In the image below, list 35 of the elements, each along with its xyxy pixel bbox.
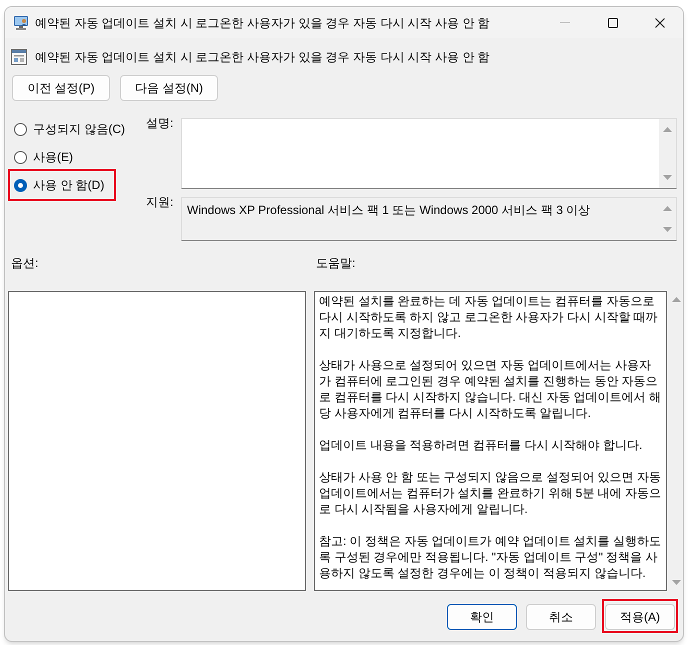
policy-title: 예약된 자동 업데이트 설치 시 로그온한 사용자가 있을 경우 자동 다시 시작 사용 안 함	[35, 49, 490, 66]
help-paragraph: 예약된 설치를 완료하는 데 자동 업데이트는 컴퓨터를 자동으로 다시 시작하도록 하지 않고 로그온한 사용자가 다시 시작할 때까지 대기하도록 지정합니다.	[319, 293, 659, 341]
radio-option[interactable]: 사용(E)	[14, 148, 73, 166]
radio-icon[interactable]	[14, 178, 27, 192]
help-paragraph: 업데이트 내용을 적용하려면 컴퓨터를 다시 시작해야 합니다.	[319, 437, 644, 453]
scroll-down-icon[interactable]	[663, 227, 672, 232]
field-label: 설명:	[146, 115, 174, 132]
help-paragraph: 참고: 이 정책은 자동 업데이트가 예약 업데이트 설치를 실행하도록 구성된 경우에만 적용됩니다. "자동 업데이트 구성" 정책을 사용하지 않도록 설정한 경우에는 이 정책이 적용되지 않습니다.	[319, 533, 662, 581]
close-icon[interactable]	[655, 18, 665, 28]
radio-option[interactable]: 구성되지 않음(C)	[14, 120, 125, 138]
scroll-up-icon[interactable]	[663, 127, 672, 132]
radio-icon[interactable]	[14, 150, 27, 164]
maximize-icon[interactable]	[608, 18, 618, 28]
comment-field[interactable]	[181, 118, 677, 189]
scrollbar[interactable]	[659, 119, 676, 188]
help-paragraph: 상태가 사용으로 설정되어 있으면 자동 업데이트에서는 사용자가 컴퓨터에 로그인된 경우 예약된 설치를 진행하는 동안 자동으로 컴퓨터를 다시 시작하지 않습니다. 대신 자동 업데이트에서 해당 사용자에게 컴퓨터를 다시 시작하도록 알립니다.	[319, 357, 662, 421]
help-label: 도움말:	[316, 255, 356, 272]
scroll-up-icon[interactable]	[663, 206, 672, 211]
radio-option[interactable]: 사용 안 함(D)	[14, 176, 104, 194]
nav-button[interactable]: 이전 설정(P)	[12, 75, 110, 101]
options-label: 옵션:	[11, 255, 40, 272]
window-title: 예약된 자동 업데이트 설치 시 로그온한 사용자가 있을 경우 자동 다시 시작 사용 안 함	[35, 14, 490, 32]
dialog-button[interactable]: 적용(A)	[605, 604, 675, 630]
supported-on-text: Windows XP Professional 서비스 팩 1 또는 Windows 2000 서비스 팩 3 이상	[187, 203, 590, 217]
scroll-up-icon[interactable]	[672, 297, 680, 302]
scroll-down-icon[interactable]	[663, 175, 672, 180]
computer-user-icon	[13, 14, 29, 30]
help-paragraph: 상태가 사용 안 함 또는 구성되지 않음으로 설정되어 있으면 자동 업데이트에서는 컴퓨터가 설치를 완료하기 위해 5분 내에 자동으로 다시 시작됨을 사용자에게 알립니다.	[319, 469, 662, 517]
dialog-button[interactable]: 취소	[526, 604, 596, 630]
dialog-button[interactable]: 확인	[447, 604, 517, 630]
field-label: 지원:	[146, 194, 174, 211]
nav-button[interactable]: 다음 설정(N)	[120, 75, 218, 101]
scroll-down-icon[interactable]	[672, 580, 680, 585]
window-icon	[11, 49, 27, 65]
radio-icon[interactable]	[14, 122, 27, 136]
